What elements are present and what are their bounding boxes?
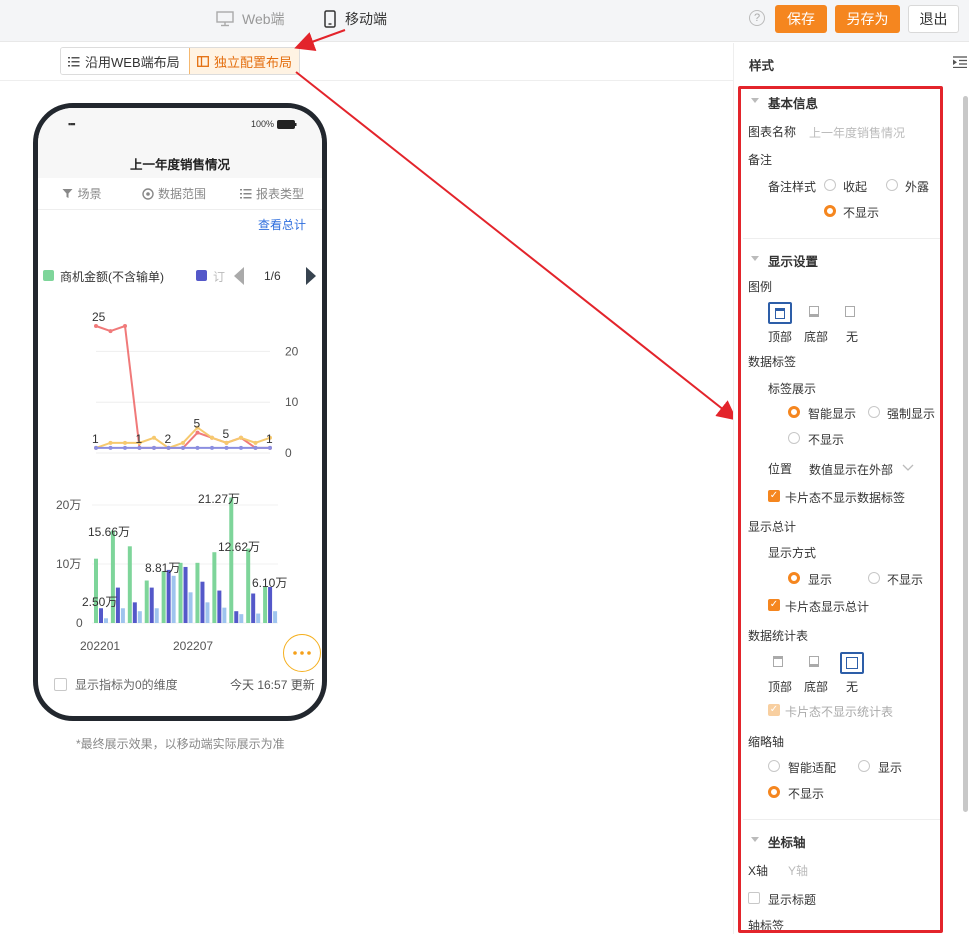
stat-none-option[interactable] xyxy=(840,652,864,674)
collapse-caret-icon[interactable] xyxy=(751,837,759,842)
label-force-radio[interactable] xyxy=(868,406,880,418)
card-total-text: 卡片态显示总计 xyxy=(785,600,870,614)
total-show-label: 显示 xyxy=(808,573,833,587)
stat-bottom-option[interactable] xyxy=(804,652,828,674)
axis-label-title: 轴标签 xyxy=(748,919,785,933)
note-collapse-radio[interactable] xyxy=(824,179,836,191)
label-smart-radio[interactable] xyxy=(788,406,800,418)
thumb-smart-radio[interactable] xyxy=(768,760,780,772)
stat-table-label: 数据统计表 xyxy=(748,629,809,643)
chart-name-label: 图表名称 xyxy=(748,125,797,139)
collapse-caret-icon[interactable] xyxy=(751,256,759,261)
show-total-label: 显示总计 xyxy=(748,520,797,534)
label-hide-label: 不显示 xyxy=(808,433,845,447)
collapse-panel-icon[interactable] xyxy=(953,56,967,68)
annotation-arrow xyxy=(294,29,346,51)
divider xyxy=(743,238,940,239)
note-style-label: 备注样式 xyxy=(768,180,817,194)
collapse-caret-icon[interactable] xyxy=(751,98,759,103)
note-hide-label: 不显示 xyxy=(843,206,880,220)
data-label-title: 数据标签 xyxy=(748,355,797,369)
position-label: 位置 xyxy=(768,462,793,476)
thumb-hide-radio[interactable] xyxy=(768,786,780,798)
chart-name-input[interactable]: 上一年度销售情况 xyxy=(809,124,905,141)
panel-title: 样式 xyxy=(749,59,775,73)
section-axis[interactable]: 坐标轴 xyxy=(768,832,806,851)
panel-scrollbar[interactable] xyxy=(963,96,968,812)
legend-none-label: 无 xyxy=(846,330,859,344)
card-no-label-checkbox[interactable]: ✓ xyxy=(768,490,780,502)
thumb-hide-label: 不显示 xyxy=(788,787,825,801)
note-collapse-label: 收起 xyxy=(843,180,868,194)
thumb-show-label: 显示 xyxy=(878,761,903,775)
note-hide-radio[interactable] xyxy=(824,205,836,217)
total-hide-label: 不显示 xyxy=(887,573,924,587)
total-hide-radio[interactable] xyxy=(868,572,880,584)
thumb-axis-label: 缩略轴 xyxy=(748,735,785,749)
section-display-settings[interactable]: 显示设置 xyxy=(768,251,818,270)
show-mode-label: 显示方式 xyxy=(768,546,817,560)
note-label: 备注 xyxy=(748,153,773,167)
chevron-down-icon[interactable] xyxy=(902,464,914,471)
legend-none-option[interactable] xyxy=(840,302,864,324)
note-expose-label: 外露 xyxy=(905,180,930,194)
thumb-smart-label: 智能适配 xyxy=(788,761,837,775)
annotation-arrow xyxy=(295,71,738,421)
label-hide-radio[interactable] xyxy=(788,432,800,444)
stat-top-label: 顶部 xyxy=(768,680,793,694)
note-expose-radio[interactable] xyxy=(886,179,898,191)
position-select[interactable]: 数值显示在外部 xyxy=(809,461,893,478)
divider xyxy=(743,819,940,820)
y-axis-tab[interactable]: Y轴 xyxy=(788,862,808,879)
card-total-checkbox[interactable]: ✓ xyxy=(768,599,780,611)
legend-bottom-option[interactable] xyxy=(804,302,828,324)
legend-top-option[interactable] xyxy=(768,302,792,324)
section-basic-info[interactable]: 基本信息 xyxy=(768,93,818,112)
x-axis-tab[interactable]: X轴 xyxy=(748,862,768,879)
legend-bottom-label: 底部 xyxy=(804,330,829,344)
label-force-label: 强制显示 xyxy=(887,407,936,421)
stat-bottom-label: 底部 xyxy=(804,680,829,694)
card-no-label-text: 卡片态不显示数据标签 xyxy=(785,491,906,505)
legend-top-label: 顶部 xyxy=(768,330,793,344)
total-show-radio[interactable] xyxy=(788,572,800,584)
card-no-stat-text: 卡片态不显示统计表 xyxy=(785,705,894,719)
thumb-show-radio[interactable] xyxy=(858,760,870,772)
stat-none-label: 无 xyxy=(846,680,859,694)
legend-label: 图例 xyxy=(748,280,773,294)
show-axis-title-checkbox[interactable] xyxy=(748,892,760,904)
show-axis-title-label: 显示标题 xyxy=(768,893,817,907)
label-smart-label: 智能显示 xyxy=(808,407,857,421)
stat-top-option[interactable] xyxy=(768,652,792,674)
card-no-stat-checkbox[interactable]: ✓ xyxy=(768,704,780,716)
label-display-label: 标签展示 xyxy=(768,382,817,396)
